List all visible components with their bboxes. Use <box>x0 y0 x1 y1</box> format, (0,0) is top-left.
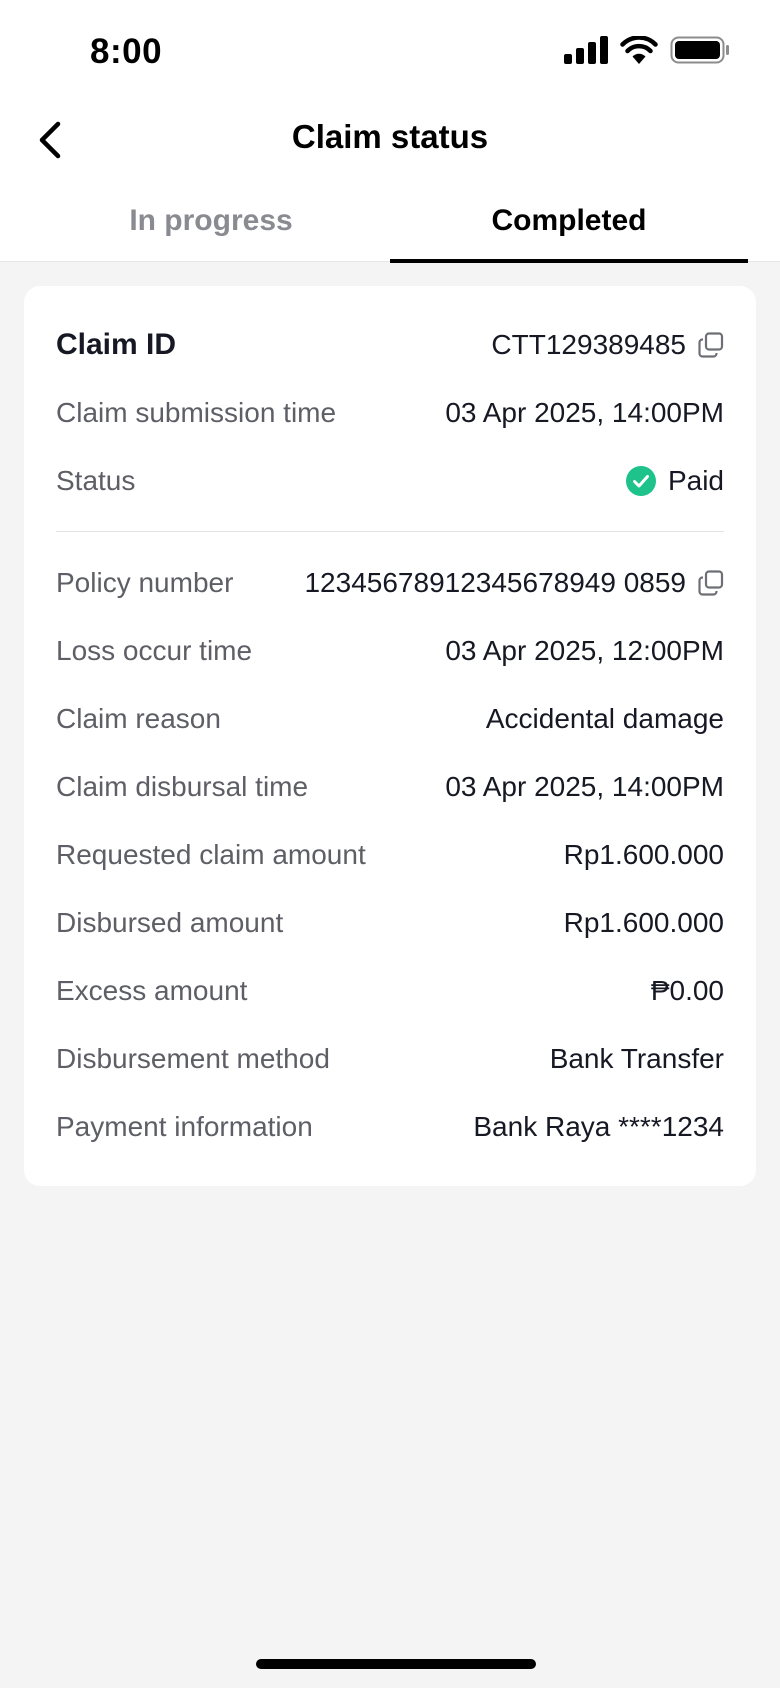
battery-icon <box>670 36 730 69</box>
excess-amount-value: ₱0.00 <box>650 975 724 1006</box>
loss-occur-time-row: Loss occur time 03 Apr 2025, 12:00PM <box>56 627 724 675</box>
disbursement-method-row: Disbursement method Bank Transfer <box>56 1035 724 1083</box>
page-title: Claim status <box>291 118 489 155</box>
status-row: Status Paid <box>56 457 724 505</box>
tab-bar: In progress Completed <box>0 190 780 263</box>
requested-amount-label: Requested claim amount <box>56 839 366 870</box>
copy-icon[interactable] <box>698 332 724 358</box>
excess-amount-label: Excess amount <box>56 975 248 1006</box>
loss-occur-time-value: 03 Apr 2025, 12:00PM <box>445 635 724 666</box>
claim-id-row: Claim ID CTT129389485 <box>56 321 724 369</box>
home-indicator[interactable] <box>256 1659 536 1669</box>
requested-amount-value: Rp1.600.000 <box>563 839 724 870</box>
excess-amount-row: Excess amount ₱0.00 <box>56 967 724 1015</box>
payment-information-label: Payment information <box>56 1111 313 1142</box>
disbursal-time-row: Claim disbursal time 03 Apr 2025, 14:00P… <box>56 763 724 811</box>
requested-amount-row: Requested claim amount Rp1.600.000 <box>56 831 724 879</box>
policy-number-label: Policy number <box>56 567 234 598</box>
payment-information-value: Bank Raya ****1234 <box>473 1111 724 1142</box>
disbursed-amount-label: Disbursed amount <box>56 907 284 938</box>
disbursement-method-value: Bank Transfer <box>549 1043 724 1074</box>
disbursed-amount-value: Rp1.600.000 <box>563 907 724 938</box>
cellular-signal-icon <box>564 36 608 69</box>
claim-details-card: Claim ID CTT129389485 Claim submission t… <box>24 286 756 1186</box>
submission-time-label: Claim submission time <box>56 397 337 428</box>
policy-number-value: 12345678912345678949 0859 <box>304 567 686 598</box>
claim-reason-row: Claim reason Accidental damage <box>56 695 724 743</box>
check-circle-icon <box>625 466 656 496</box>
copy-icon[interactable] <box>698 570 724 596</box>
tab-completed[interactable]: Completed <box>390 190 748 263</box>
status-bar: 8:00 <box>0 0 780 100</box>
status-badge: Paid <box>667 465 724 496</box>
submission-time-row: Claim submission time 03 Apr 2025, 14:00… <box>56 389 724 437</box>
disbursal-time-label: Claim disbursal time <box>56 771 309 802</box>
status-icons <box>564 35 730 69</box>
claim-id-label: Claim ID <box>56 328 177 361</box>
header-area: 8:00 Claim status In progress Completed <box>0 0 780 263</box>
nav-bar: Claim status <box>0 100 780 180</box>
disbursement-method-label: Disbursement method <box>56 1043 330 1074</box>
status-time: 8:00 <box>90 32 163 71</box>
claim-id-value: CTT129389485 <box>491 329 686 360</box>
claim-reason-label: Claim reason <box>56 703 221 734</box>
payment-information-row: Payment information Bank Raya ****1234 <box>56 1103 724 1151</box>
wifi-icon <box>620 35 658 69</box>
disbursed-amount-row: Disbursed amount Rp1.600.000 <box>56 899 724 947</box>
divider <box>56 531 724 532</box>
policy-number-row: Policy number 12345678912345678949 0859 <box>56 559 724 607</box>
status-label: Status <box>56 465 136 496</box>
disbursal-time-value: 03 Apr 2025, 14:00PM <box>445 771 724 802</box>
loss-occur-time-label: Loss occur time <box>56 635 253 666</box>
tab-in-progress[interactable]: In progress <box>32 190 390 262</box>
claim-reason-value: Accidental damage <box>485 703 724 734</box>
submission-time-value: 03 Apr 2025, 14:00PM <box>445 397 724 428</box>
